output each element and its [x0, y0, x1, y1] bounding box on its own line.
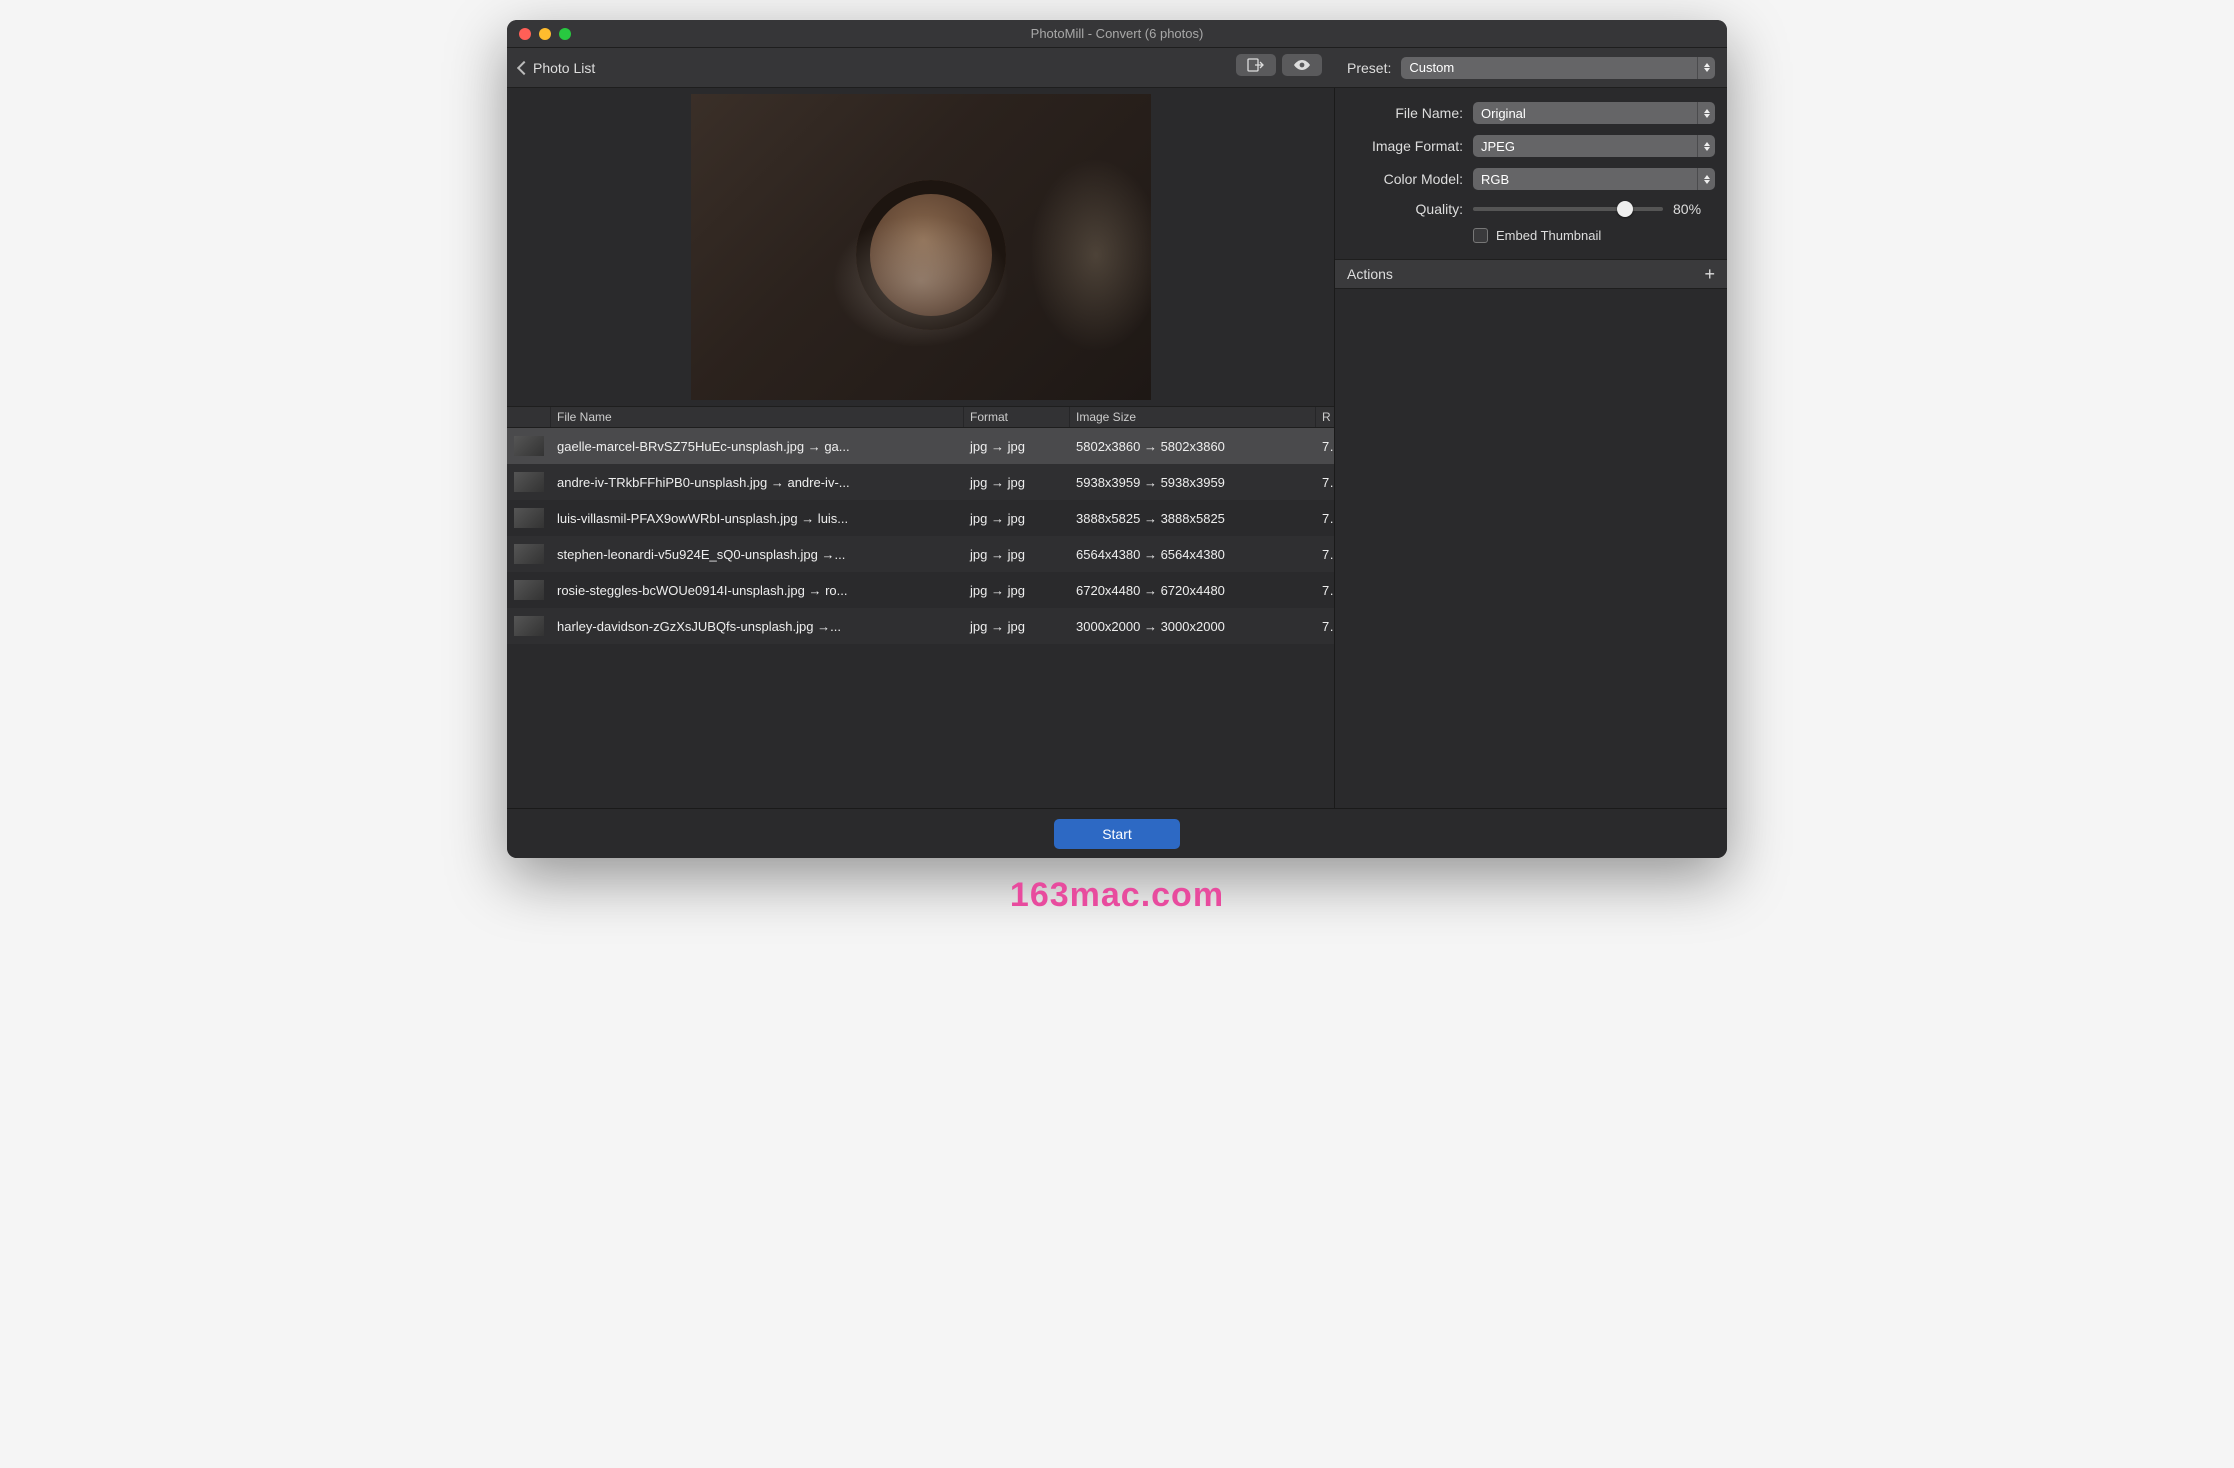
embed-thumbnail-checkbox[interactable]: [1473, 228, 1488, 243]
row-rest: 7: [1316, 583, 1334, 598]
slider-thumb-icon[interactable]: [1617, 201, 1633, 217]
left-pane: File Name Format Image Size R gaelle-mar…: [507, 88, 1335, 808]
row-filename: harley-davidson-zGzXsJUBQfs-unsplash.jpg…: [551, 619, 964, 634]
row-imagesize: 6720x4480 → 6720x4480: [1070, 583, 1316, 598]
format-select[interactable]: JPEG: [1473, 135, 1715, 157]
table-header: File Name Format Image Size R: [507, 406, 1334, 428]
row-rest: 7: [1316, 511, 1334, 526]
format-value: JPEG: [1481, 139, 1515, 154]
row-thumbnail: [514, 508, 544, 528]
col-thumb-header[interactable]: [507, 407, 551, 427]
filename-select[interactable]: Original: [1473, 102, 1715, 124]
preview-toggle-button[interactable]: [1282, 54, 1322, 76]
quality-label: Quality:: [1347, 201, 1463, 217]
colormodel-value: RGB: [1481, 172, 1509, 187]
col-rest-header[interactable]: R: [1316, 407, 1334, 427]
table-row[interactable]: luis-villasmil-PFAX9owWRbI-unsplash.jpg …: [507, 500, 1334, 536]
app-window: PhotoMill - Convert (6 photos) Photo Lis…: [507, 20, 1727, 858]
row-format: jpg → jpg: [964, 475, 1070, 490]
export-icon: [1247, 58, 1265, 72]
col-imagesize-header[interactable]: Image Size: [1070, 407, 1316, 427]
quality-slider[interactable]: [1473, 207, 1663, 211]
row-imagesize: 3888x5825 → 3888x5825: [1070, 511, 1316, 526]
row-thumbnail: [514, 544, 544, 564]
row-format: jpg → jpg: [964, 583, 1070, 598]
preview-image: [691, 94, 1151, 400]
embed-thumbnail-row: Embed Thumbnail: [1347, 228, 1715, 243]
back-label: Photo List: [533, 60, 595, 76]
row-filename: andre-iv-TRkbFFhiPB0-unsplash.jpg → andr…: [551, 475, 964, 490]
row-rest: 7: [1316, 619, 1334, 634]
window-title: PhotoMill - Convert (6 photos): [507, 26, 1727, 41]
preset-label: Preset:: [1347, 60, 1391, 76]
actions-label: Actions: [1347, 266, 1393, 282]
table-row[interactable]: harley-davidson-zGzXsJUBQfs-unsplash.jpg…: [507, 608, 1334, 644]
row-filename: luis-villasmil-PFAX9owWRbI-unsplash.jpg …: [551, 511, 964, 526]
select-caret-icon: [1697, 57, 1715, 79]
footer: Start: [507, 808, 1727, 858]
colormodel-select[interactable]: RGB: [1473, 168, 1715, 190]
toolbar-right-group: [1236, 54, 1322, 76]
row-filename: stephen-leonardi-v5u924E_sQ0-unsplash.jp…: [551, 547, 964, 562]
quality-row: Quality: 80%: [1347, 201, 1715, 217]
row-format: jpg → jpg: [964, 619, 1070, 634]
back-button[interactable]: Photo List: [519, 60, 595, 76]
select-caret-icon: [1697, 102, 1715, 124]
body: File Name Format Image Size R gaelle-mar…: [507, 88, 1727, 808]
preset-row: Preset: Custom: [1335, 48, 1727, 88]
row-imagesize: 6564x4380 → 6564x4380: [1070, 547, 1316, 562]
select-caret-icon: [1697, 168, 1715, 190]
maximize-window-button[interactable]: [559, 28, 571, 40]
row-thumbnail: [514, 436, 544, 456]
eye-icon: [1292, 58, 1312, 72]
table-row[interactable]: rosie-steggles-bcWOUe0914I-unsplash.jpg …: [507, 572, 1334, 608]
titlebar: PhotoMill - Convert (6 photos): [507, 20, 1727, 48]
format-label: Image Format:: [1347, 138, 1463, 154]
table-row[interactable]: andre-iv-TRkbFFhiPB0-unsplash.jpg → andr…: [507, 464, 1334, 500]
add-action-button[interactable]: +: [1704, 265, 1715, 283]
embed-thumbnail-label: Embed Thumbnail: [1496, 228, 1601, 243]
row-thumbnail: [514, 472, 544, 492]
right-pane: Preset: Custom File Name: Original Image…: [1335, 88, 1727, 808]
row-rest: 7: [1316, 547, 1334, 562]
close-window-button[interactable]: [519, 28, 531, 40]
filename-row: File Name: Original: [1347, 102, 1715, 124]
actions-header: Actions +: [1335, 259, 1727, 289]
row-imagesize: 5802x3860 → 5802x3860: [1070, 439, 1316, 454]
row-filename: gaelle-marcel-BRvSZ75HuEc-unsplash.jpg →…: [551, 439, 964, 454]
row-format: jpg → jpg: [964, 547, 1070, 562]
preview-area: [507, 88, 1334, 406]
colormodel-row: Color Model: RGB: [1347, 168, 1715, 190]
table-row[interactable]: stephen-leonardi-v5u924E_sQ0-unsplash.jp…: [507, 536, 1334, 572]
format-row: Image Format: JPEG: [1347, 135, 1715, 157]
minimize-window-button[interactable]: [539, 28, 551, 40]
traffic-lights: [507, 28, 571, 40]
filename-label: File Name:: [1347, 105, 1463, 121]
preset-select[interactable]: Custom: [1401, 57, 1715, 79]
table-body[interactable]: gaelle-marcel-BRvSZ75HuEc-unsplash.jpg →…: [507, 428, 1334, 808]
quality-value: 80%: [1673, 201, 1715, 217]
row-thumbnail: [514, 616, 544, 636]
watermark-text: 163mac.com: [1010, 876, 1224, 915]
chevron-left-icon: [517, 60, 531, 74]
start-button[interactable]: Start: [1054, 819, 1180, 849]
row-rest: 7: [1316, 475, 1334, 490]
row-rest: 7: [1316, 439, 1334, 454]
preset-value: Custom: [1409, 60, 1454, 75]
row-thumbnail: [514, 580, 544, 600]
row-format: jpg → jpg: [964, 439, 1070, 454]
export-button[interactable]: [1236, 54, 1276, 76]
filename-value: Original: [1481, 106, 1526, 121]
settings-panel: File Name: Original Image Format: JPEG C…: [1335, 88, 1727, 259]
row-imagesize: 3000x2000 → 3000x2000: [1070, 619, 1316, 634]
col-format-header[interactable]: Format: [964, 407, 1070, 427]
row-format: jpg → jpg: [964, 511, 1070, 526]
row-imagesize: 5938x3959 → 5938x3959: [1070, 475, 1316, 490]
select-caret-icon: [1697, 135, 1715, 157]
table-row[interactable]: gaelle-marcel-BRvSZ75HuEc-unsplash.jpg →…: [507, 428, 1334, 464]
colormodel-label: Color Model:: [1347, 171, 1463, 187]
col-filename-header[interactable]: File Name: [551, 407, 964, 427]
row-filename: rosie-steggles-bcWOUe0914I-unsplash.jpg …: [551, 583, 964, 598]
